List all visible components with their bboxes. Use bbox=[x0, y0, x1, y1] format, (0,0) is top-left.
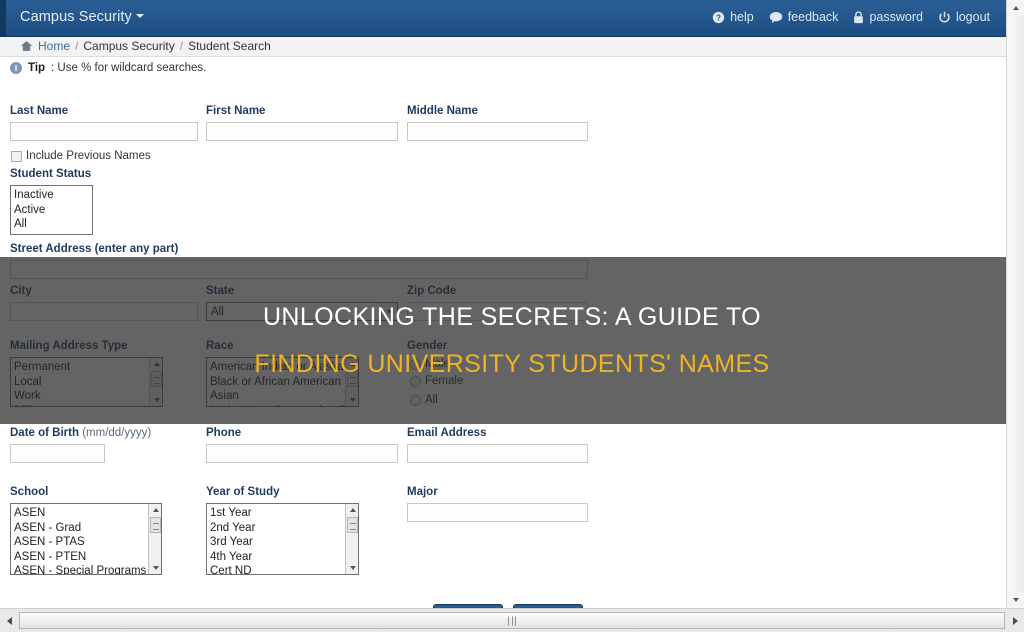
list-item[interactable]: ASEN - PTEN bbox=[11, 550, 161, 565]
scroll-down-icon[interactable] bbox=[346, 562, 358, 574]
major-label: Major bbox=[407, 486, 438, 498]
info-icon: i bbox=[10, 62, 22, 74]
scroll-down-icon[interactable] bbox=[149, 562, 161, 574]
date-of-birth-input[interactable] bbox=[10, 444, 105, 463]
overlay-line-2: FINDING UNIVERSITY STUDENTS' NAMES bbox=[254, 350, 770, 378]
list-item[interactable]: ASEN bbox=[11, 506, 161, 521]
phone-label: Phone bbox=[206, 427, 242, 439]
breadcrumb-current: Student Search bbox=[188, 39, 271, 53]
list-item[interactable]: Cert ND bbox=[207, 564, 358, 574]
svg-text:?: ? bbox=[716, 13, 721, 22]
email-address-label: Email Address bbox=[407, 427, 487, 439]
scroll-down-icon[interactable] bbox=[1007, 592, 1024, 608]
power-icon bbox=[939, 11, 950, 22]
title-overlay: UNLOCKING THE SECRETS: A GUIDE TO FINDIN… bbox=[0, 257, 1024, 424]
date-of-birth-hint: (mm/dd/yyyy) bbox=[82, 427, 152, 439]
scrollbar-grip-icon bbox=[508, 616, 516, 625]
include-previous-names-label: Include Previous Names bbox=[26, 150, 151, 162]
page-horizontal-scrollbar[interactable] bbox=[0, 608, 1024, 632]
top-navbar: Campus Security ? help feedback password… bbox=[6, 0, 1006, 37]
list-item[interactable]: ASEN - Grad bbox=[11, 521, 161, 536]
nav-help[interactable]: ? help bbox=[712, 10, 754, 24]
student-status-listbox[interactable]: Inactive Active All bbox=[10, 185, 93, 235]
browser-viewport: Campus Security ? help feedback password… bbox=[0, 0, 1024, 632]
chevron-down-icon bbox=[135, 14, 144, 19]
list-item[interactable]: Inactive bbox=[11, 188, 92, 203]
breadcrumb-sep-1: / bbox=[75, 39, 79, 53]
tip-row: i Tip : Use % for wildcard searches. bbox=[10, 62, 206, 74]
list-item[interactable]: ASEN - PTAS bbox=[11, 535, 161, 550]
include-previous-names-checkbox[interactable] bbox=[11, 150, 22, 162]
overlay-line-1: UNLOCKING THE SECRETS: A GUIDE TO bbox=[262, 303, 762, 331]
listbox-scrollbar[interactable] bbox=[148, 504, 161, 574]
first-name-label: First Name bbox=[206, 105, 266, 117]
breadcrumb-bar: Home / Campus Security / Student Search bbox=[0, 37, 1006, 57]
student-status-label: Student Status bbox=[10, 168, 92, 180]
street-address-label: Street Address (enter any part) bbox=[10, 243, 179, 255]
nav-password[interactable]: password bbox=[853, 10, 923, 24]
year-of-study-listbox[interactable]: 1st Year 2nd Year 3rd Year 4th Year Cert… bbox=[206, 503, 359, 575]
scroll-up-icon[interactable] bbox=[149, 504, 161, 516]
list-item[interactable]: 3rd Year bbox=[207, 535, 358, 550]
list-item[interactable]: Active bbox=[11, 203, 92, 218]
nav-feedback-label: feedback bbox=[787, 10, 839, 24]
scrollbar-thumb[interactable] bbox=[347, 517, 358, 533]
lock-icon bbox=[854, 10, 864, 23]
scrollbar-thumb[interactable] bbox=[150, 517, 161, 533]
nav-help-label: help bbox=[730, 10, 754, 24]
scroll-up-icon[interactable] bbox=[1007, 0, 1024, 16]
breadcrumb-section[interactable]: Campus Security bbox=[83, 39, 174, 53]
list-item[interactable]: 1st Year bbox=[207, 506, 358, 521]
year-of-study-label: Year of Study bbox=[206, 486, 280, 498]
school-label: School bbox=[10, 486, 49, 498]
horizontal-scroll-track[interactable] bbox=[19, 612, 1005, 629]
home-icon[interactable] bbox=[20, 40, 33, 52]
question-circle-icon: ? bbox=[712, 11, 725, 23]
date-of-birth-label: Date of Birth (mm/dd/yyyy) bbox=[10, 427, 151, 439]
email-address-input[interactable] bbox=[407, 444, 588, 463]
page-vertical-scrollbar[interactable] bbox=[1006, 0, 1024, 608]
tip-text: : Use % for wildcard searches. bbox=[51, 62, 207, 74]
last-name-input[interactable] bbox=[10, 122, 198, 141]
phone-input[interactable] bbox=[206, 444, 398, 463]
breadcrumb: Home / Campus Security / Student Search bbox=[20, 39, 271, 53]
nav-logout[interactable]: logout bbox=[938, 10, 990, 24]
breadcrumb-sep-2: / bbox=[179, 39, 184, 53]
nav-password-label: password bbox=[869, 10, 923, 24]
include-previous-names-row[interactable]: Include Previous Names bbox=[11, 150, 151, 162]
list-item[interactable]: 2nd Year bbox=[207, 521, 358, 536]
scroll-right-icon[interactable] bbox=[1006, 609, 1024, 632]
brand-menu[interactable]: Campus Security bbox=[20, 9, 144, 25]
speech-bubble-icon bbox=[769, 11, 782, 23]
navbar-links: ? help feedback password logout bbox=[712, 10, 990, 24]
middle-name-input[interactable] bbox=[407, 122, 588, 141]
first-name-input[interactable] bbox=[206, 122, 398, 141]
horizontal-scrollbar-thumb[interactable] bbox=[20, 613, 1004, 628]
nav-logout-label: logout bbox=[955, 10, 990, 24]
listbox-scrollbar[interactable] bbox=[345, 504, 358, 574]
list-item[interactable]: 4th Year bbox=[207, 550, 358, 565]
tip-label: Tip bbox=[28, 62, 46, 74]
list-item[interactable]: ASEN - Special Programs bbox=[11, 564, 161, 574]
breadcrumb-home[interactable]: Home bbox=[38, 39, 70, 53]
list-item[interactable]: All bbox=[11, 217, 92, 232]
date-of-birth-label-text: Date of Birth bbox=[10, 427, 79, 439]
scroll-up-icon[interactable] bbox=[346, 504, 358, 516]
vertical-scroll-track[interactable] bbox=[1007, 16, 1024, 592]
brand-label: Campus Security bbox=[20, 9, 132, 25]
middle-name-label: Middle Name bbox=[407, 105, 478, 117]
scroll-left-icon[interactable] bbox=[0, 609, 18, 632]
major-input[interactable] bbox=[407, 503, 588, 522]
last-name-label: Last Name bbox=[10, 105, 69, 117]
school-listbox[interactable]: ASEN ASEN - Grad ASEN - PTAS ASEN - PTEN… bbox=[10, 503, 162, 575]
nav-feedback[interactable]: feedback bbox=[769, 10, 839, 24]
